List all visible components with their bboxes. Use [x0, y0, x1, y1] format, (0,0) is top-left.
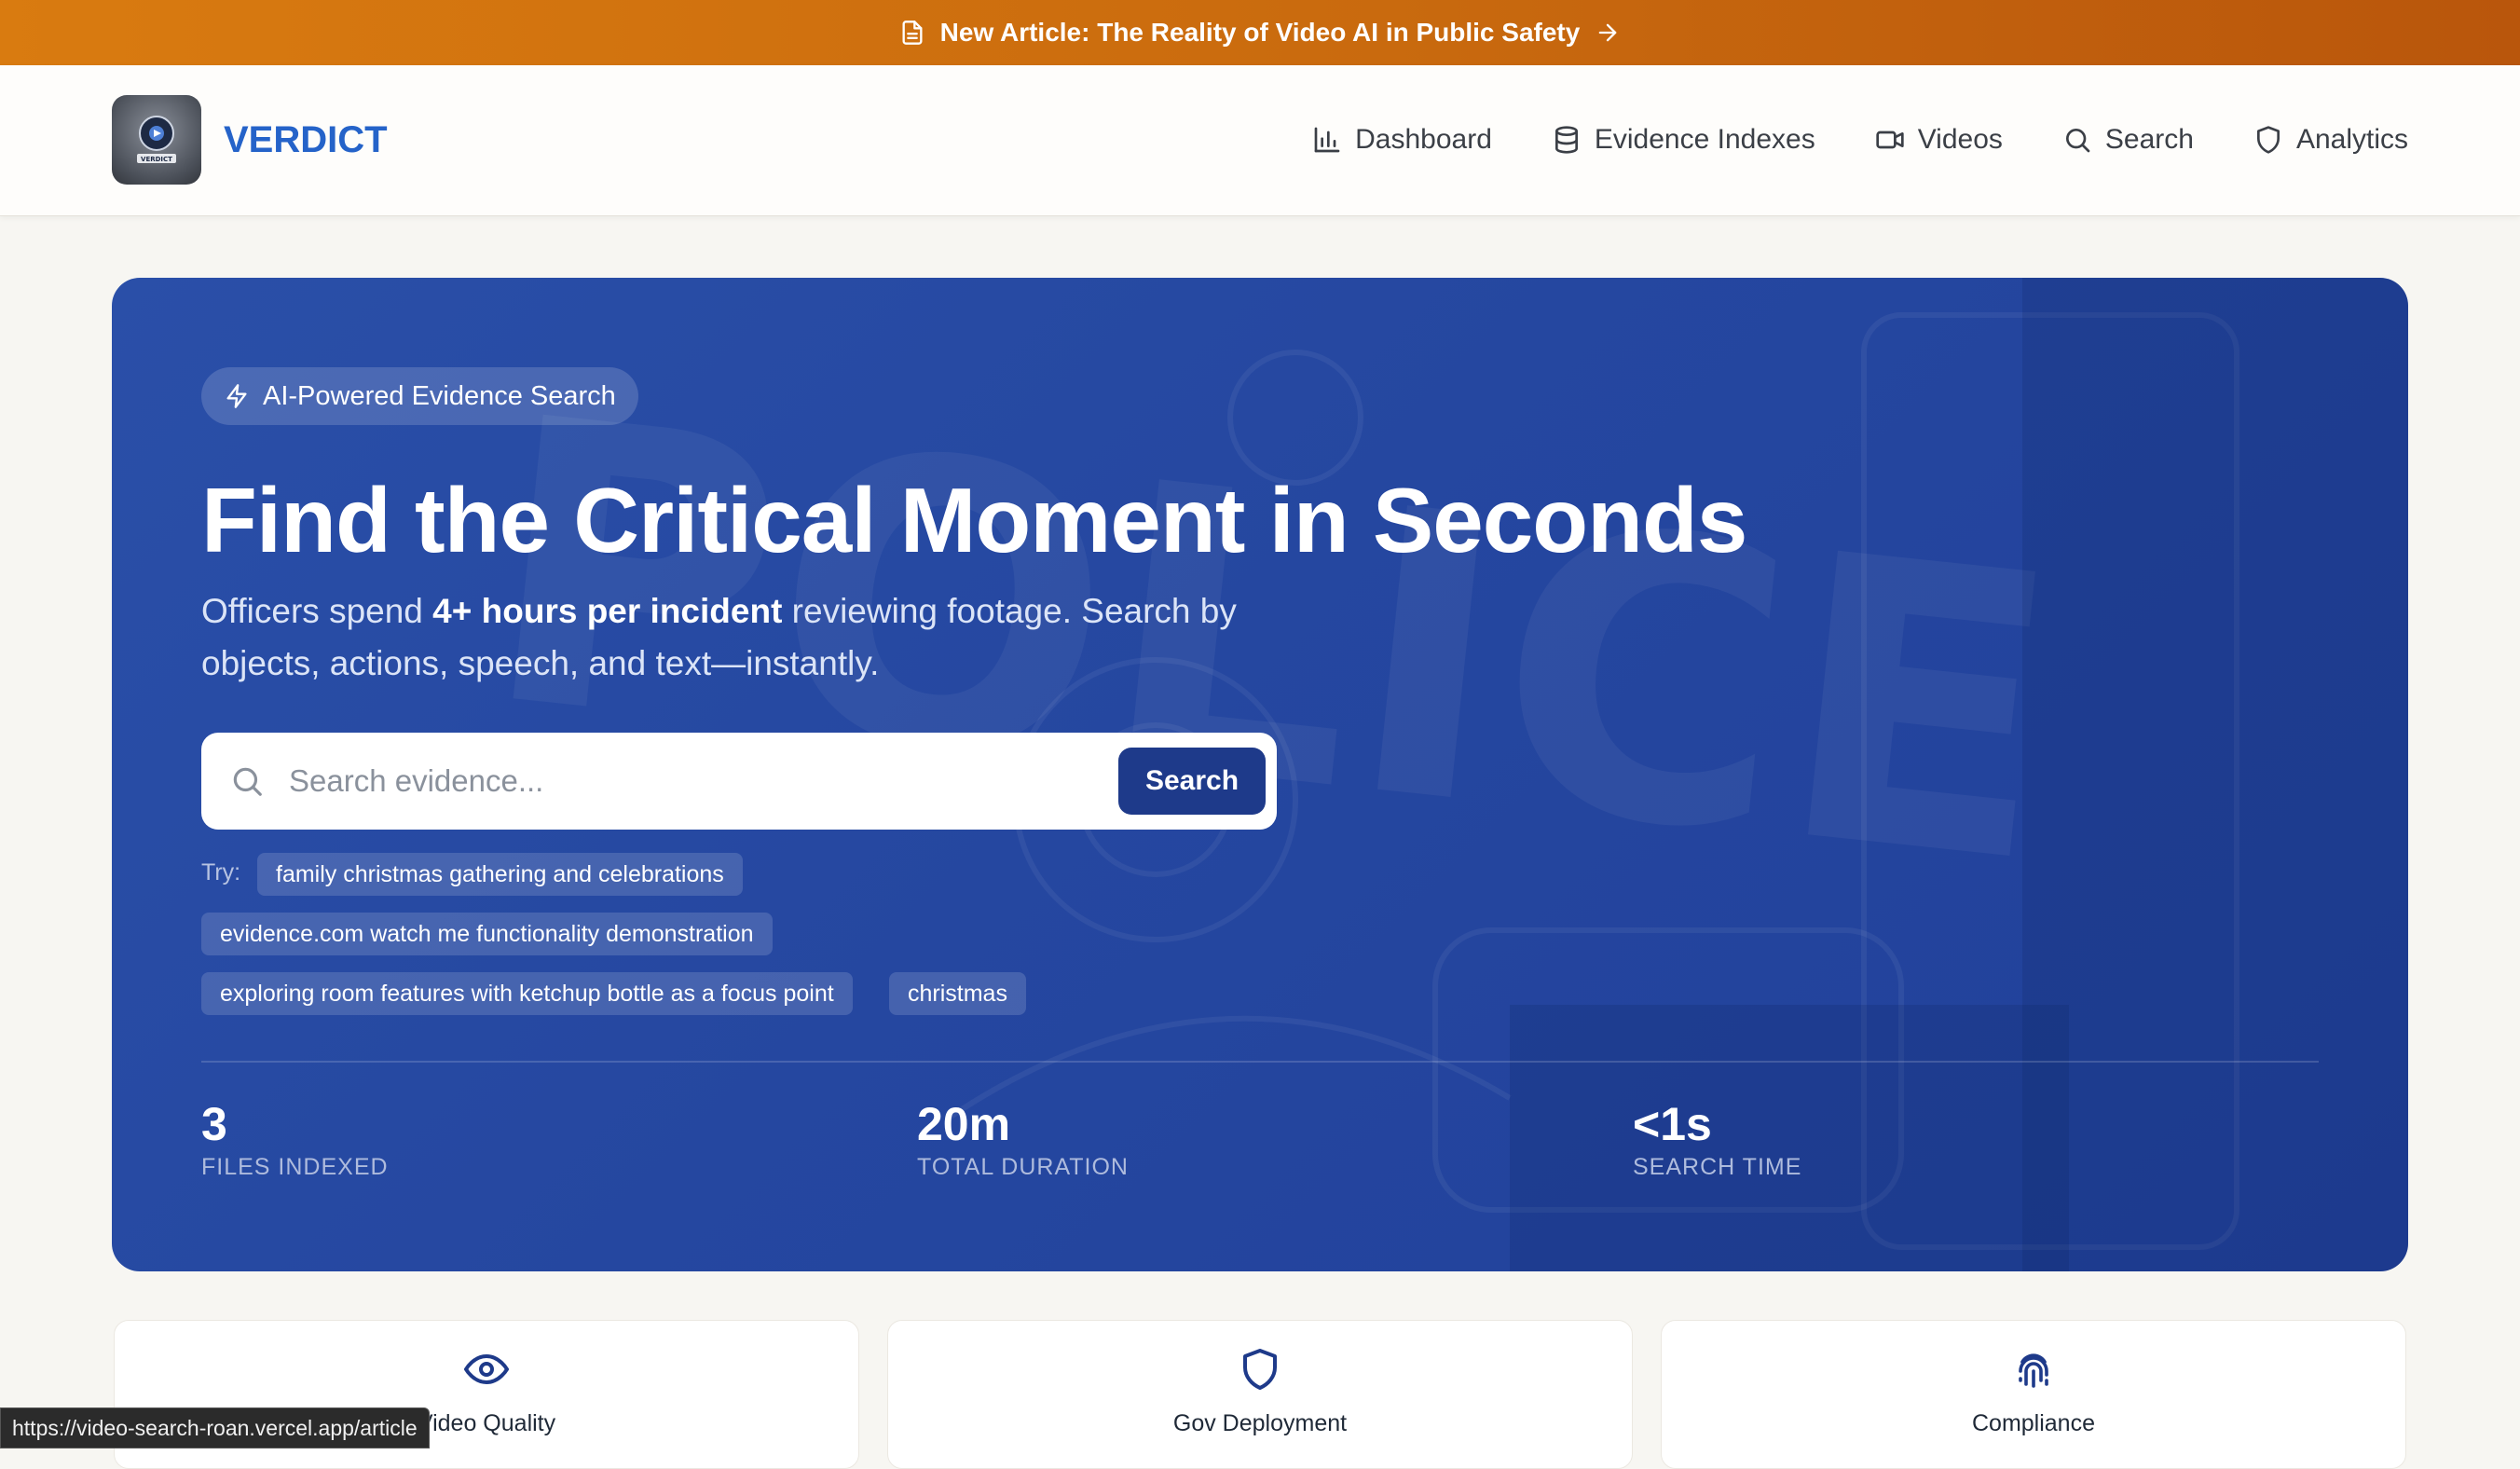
feature-card-label: Compliance [1971, 1410, 2095, 1436]
bar-chart-icon [1314, 127, 1340, 153]
brand-name[interactable]: VERDICT [224, 114, 388, 166]
suggestion-chip[interactable]: exploring room features with ketchup bot… [201, 972, 853, 1015]
search-input[interactable] [289, 753, 1016, 809]
stats-divider [201, 1061, 2319, 1063]
shield-icon [2256, 126, 2280, 154]
hero-section: POLICE AI-Powered Evidence Search Find t… [112, 278, 2408, 1271]
search-icon [233, 767, 262, 796]
nav-search-label: Search [2104, 124, 2194, 155]
database-icon [1554, 126, 1578, 154]
nav-videos[interactable]: Videos [1875, 124, 2003, 156]
stat-label: FILES INDEXED [201, 1154, 389, 1180]
nav-evidence-indexes-label: Evidence Indexes [1594, 124, 1815, 155]
suggestion-chip[interactable]: christmas [889, 972, 1026, 1015]
stat-value: 20m [917, 1098, 1011, 1150]
hero-subtitle-pre: Officers spend [201, 592, 433, 630]
arrow-right-icon [1598, 23, 1617, 42]
lightning-icon [226, 384, 247, 408]
hero-title: Find the Critical Moment in Seconds [201, 469, 1747, 571]
search-icon [2065, 129, 2090, 153]
hero-subtitle: Officers spend 4+ hours per incident rev… [201, 585, 1338, 690]
nav-search[interactable]: Search [2062, 124, 2194, 156]
hero-subtitle-highlight: 4+ hours per incident [432, 592, 783, 630]
stat-label: TOTAL DURATION [917, 1154, 1129, 1180]
logo[interactable]: VERDICT [112, 95, 201, 185]
search-button[interactable]: Search [1118, 748, 1266, 815]
stat-files-indexed: 3 FILES INDEXED [201, 1096, 389, 1181]
nav-analytics[interactable]: Analytics [2253, 124, 2408, 156]
announcement-banner[interactable]: New Article: The Reality of Video AI in … [0, 0, 2520, 65]
stat-total-duration: 20m TOTAL DURATION [917, 1096, 1129, 1181]
logo-badge-icon: VERDICT [137, 116, 176, 163]
feature-card-gov-deployment[interactable]: Gov Deployment [887, 1320, 1633, 1469]
feature-card-label: Gov Deployment [1172, 1410, 1348, 1436]
nav-dashboard-label: Dashboard [1355, 124, 1492, 155]
nav-dashboard[interactable]: Dashboard [1312, 124, 1492, 156]
suggestion-chip[interactable]: family christmas gathering and celebrati… [257, 853, 743, 896]
feature-card-compliance[interactable]: Compliance [1661, 1320, 2406, 1469]
nav-videos-label: Videos [1917, 124, 2003, 155]
evidence-search-box: Search [201, 733, 1277, 830]
banner-text: New Article: The Reality of Video AI in … [939, 18, 1581, 47]
ai-badge: AI-Powered Evidence Search [201, 367, 638, 425]
nav-evidence-indexes[interactable]: Evidence Indexes [1552, 124, 1815, 156]
fingerprint-icon [2019, 1353, 2048, 1388]
try-label: Try: [201, 859, 241, 886]
stat-search-time: <1s SEARCH TIME [1633, 1096, 1801, 1181]
ai-badge-label: AI-Powered Evidence Search [263, 380, 616, 411]
stat-value: <1s [1633, 1098, 1712, 1150]
logo-text: VERDICT [141, 156, 172, 163]
stat-label: SEARCH TIME [1633, 1154, 1802, 1180]
suggestion-chip[interactable]: evidence.com watch me functionality demo… [201, 913, 773, 955]
eye-icon [464, 1353, 509, 1385]
shield-icon [1243, 1349, 1277, 1390]
status-bar-url: https://video-search-roan.vercel.app/art… [0, 1407, 430, 1448]
video-icon [1876, 130, 1904, 149]
nav-analytics-label: Analytics [2295, 124, 2408, 155]
site-header: VERDICT VERDICT Dashboard Evidence Index… [0, 65, 2520, 216]
main-nav: Dashboard Evidence Indexes Videos Search… [1312, 112, 2408, 168]
document-icon [902, 21, 923, 45]
stat-value: 3 [201, 1098, 227, 1150]
